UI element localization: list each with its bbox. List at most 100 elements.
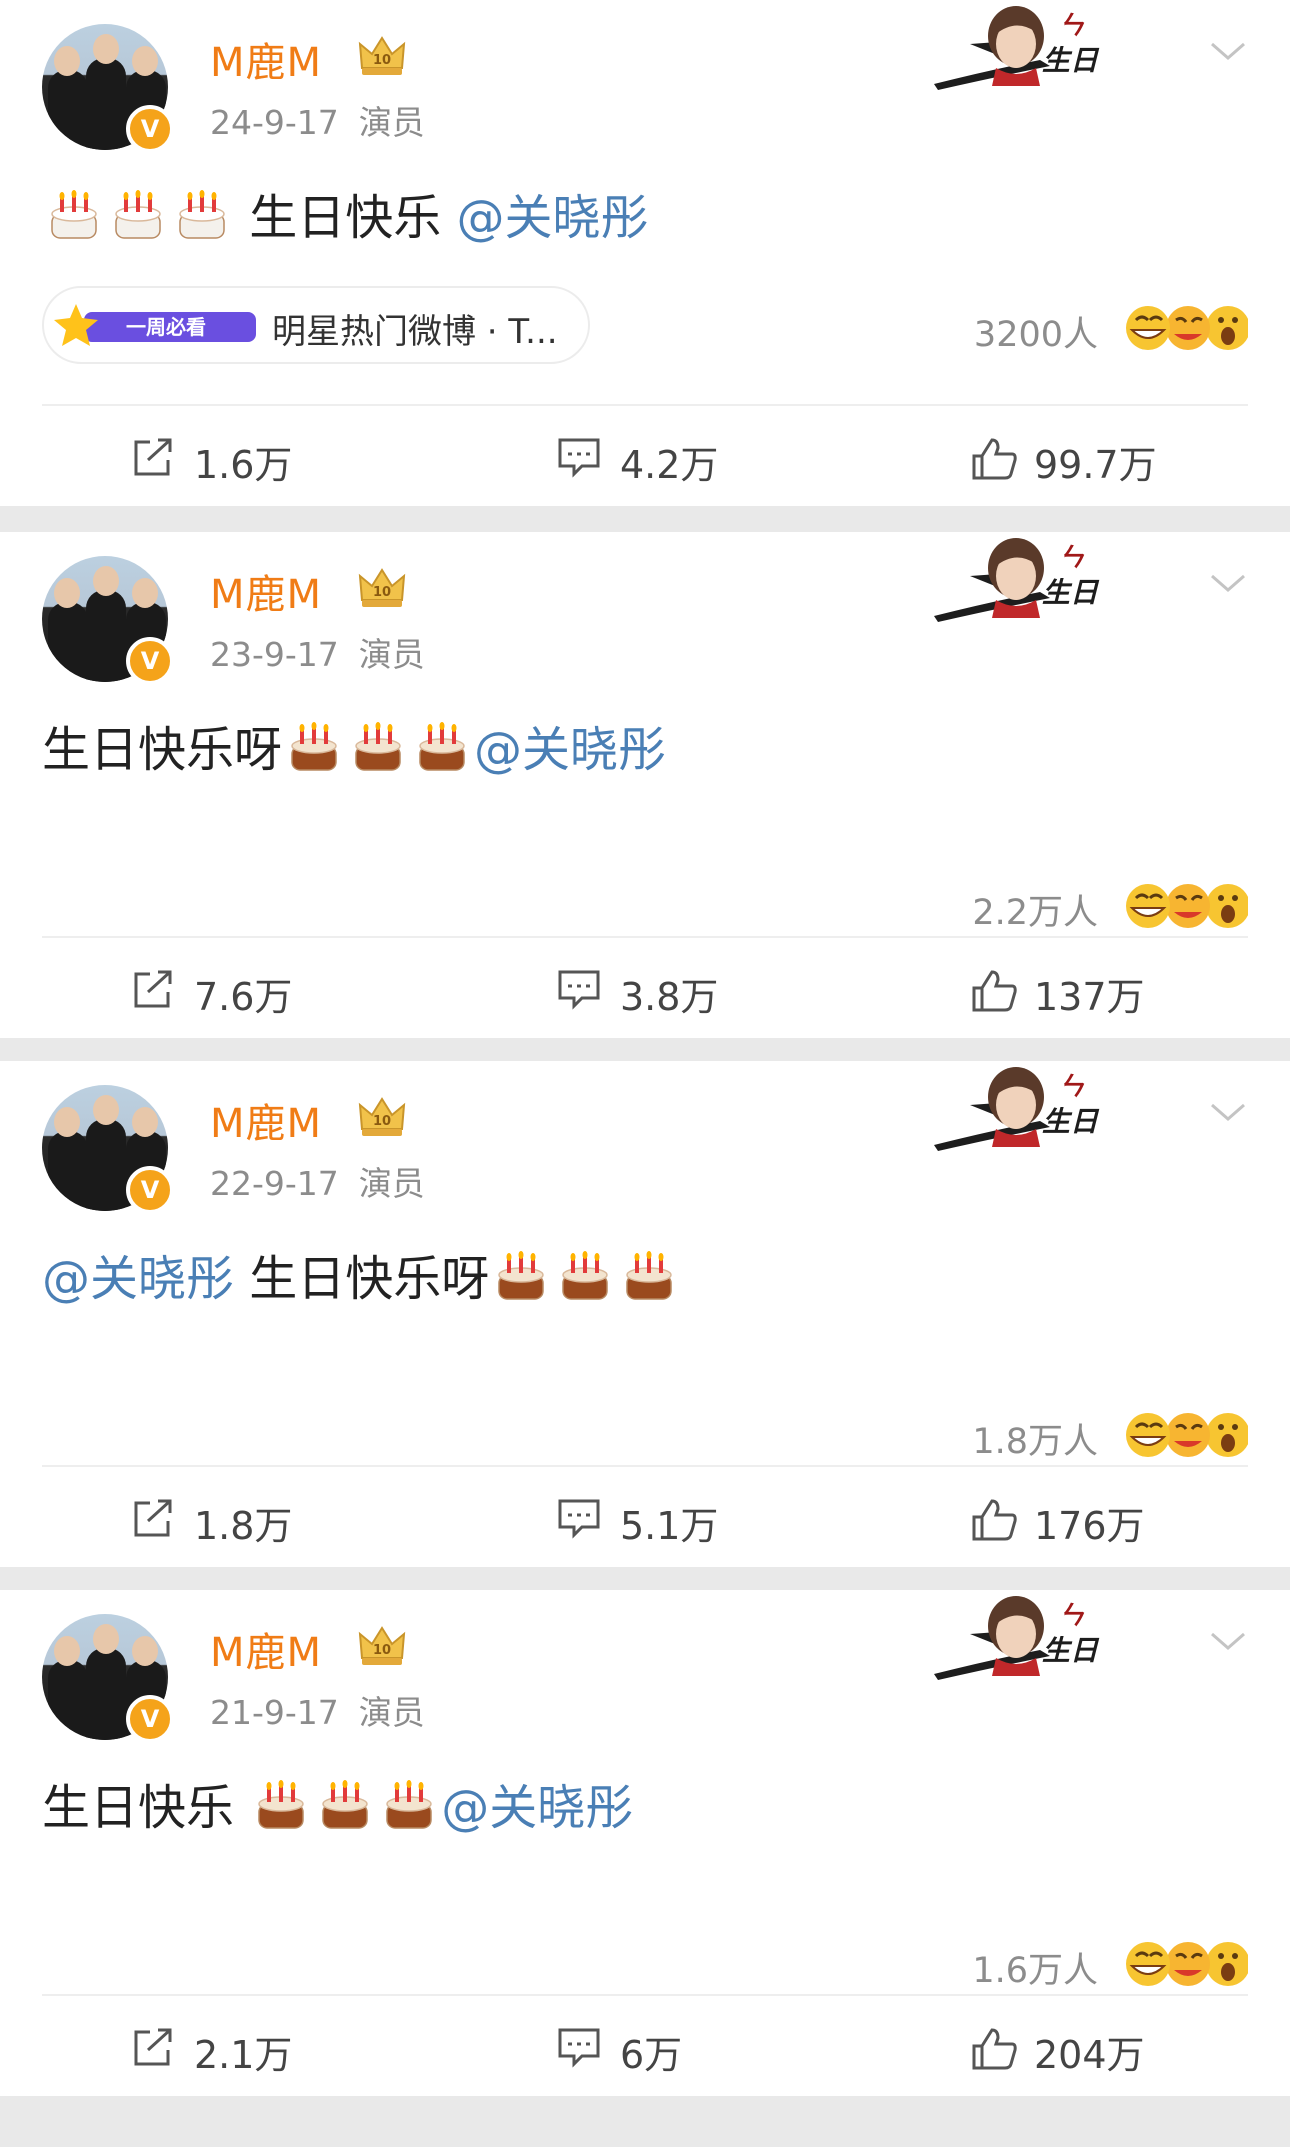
fan-sticker[interactable]: ㄣ 生日 (930, 1590, 1130, 1682)
post-card: V M鹿M 10 21-9-17 演员 ㄣ 生日 生日快乐 @关晓彤 1.6万人 (0, 1590, 1290, 2096)
post-role: 演员 (358, 635, 425, 674)
content-text-after: 生日快乐 (234, 190, 457, 246)
svg-text:生日: 生日 (1042, 1105, 1100, 1138)
like-count: 99.7万 (1034, 443, 1157, 487)
username[interactable]: M鹿M (210, 1091, 322, 1149)
like-count: 137万 (1034, 975, 1145, 1019)
cake-icon (355, 722, 401, 771)
reaction-faces-icon (1126, 884, 1248, 928)
divider (42, 1994, 1248, 1996)
comment-count: 6万 (620, 2033, 683, 2077)
post-date: 24-9-17 (210, 103, 339, 142)
verified-badge-icon: V (126, 637, 174, 685)
verified-badge-icon: V (126, 1166, 174, 1214)
content-text: 生日快乐呀 (234, 1251, 490, 1307)
reaction-faces-icon (1126, 1413, 1248, 1457)
reaction-faces-icon (1126, 1942, 1248, 1986)
repost-icon (134, 970, 172, 1008)
post-content: @关晓彤 生日快乐呀 (42, 1239, 681, 1309)
verified-badge-icon: V (126, 105, 174, 153)
cake-icon (51, 190, 97, 239)
mention-link[interactable]: @关晓彤 (441, 1780, 633, 1836)
post-content: 生日快乐 @关晓彤 (42, 1768, 633, 1838)
like-icon (972, 438, 1017, 480)
post-card: V M鹿M 10 24-9-17 演员 ㄣ 生日 生日快乐 @关晓彤 3200人 (0, 0, 1290, 506)
reaction-count: 3200人 (973, 315, 1098, 355)
username[interactable]: M鹿M (210, 1620, 322, 1678)
post-date: 21-9-17 (210, 1693, 339, 1732)
cake-icon (386, 1780, 433, 1829)
svg-text:生日: 生日 (1042, 1634, 1100, 1667)
svg-text:10: 10 (373, 1114, 391, 1129)
cake-icon (322, 1780, 369, 1829)
divider (42, 404, 1248, 406)
verified-badge-icon: V (126, 1695, 174, 1743)
repost-icon (134, 438, 172, 476)
cake-icon (626, 1251, 673, 1300)
repost-count: 7.6万 (194, 975, 293, 1019)
like-count: 176万 (1034, 1504, 1145, 1548)
svg-text:10: 10 (373, 53, 391, 68)
chevron-down-icon[interactable] (1208, 1626, 1248, 1656)
username[interactable]: M鹿M (210, 562, 322, 620)
comment-icon (558, 438, 600, 478)
cake-icon (498, 1251, 545, 1300)
post-content: 生日快乐 @关晓彤 (42, 178, 649, 248)
repost-icon (134, 2028, 172, 2066)
cake-icon (258, 1780, 305, 1829)
crown-icon: 10 (358, 1097, 406, 1136)
post-meta: 21-9-17 演员 (210, 1686, 425, 1734)
post-meta: 22-9-17 演员 (210, 1157, 425, 1205)
comment-count: 5.1万 (620, 1504, 719, 1548)
crown-icon: 10 (358, 1626, 406, 1665)
cake-icon (115, 190, 161, 239)
weekly-tag-icon: 一周必看 (54, 304, 256, 346)
reaction-faces-icon (1126, 306, 1248, 350)
like-icon (972, 970, 1017, 1012)
reaction-count: 2.2万人 (972, 893, 1098, 933)
svg-text:生日: 生日 (1042, 576, 1100, 609)
fan-sticker[interactable]: ㄣ 生日 (930, 532, 1130, 624)
repost-count: 1.6万 (194, 443, 293, 487)
post-card: V M鹿M 10 22-9-17 演员 ㄣ 生日 @关晓彤 生日快乐呀 1.8万人 (0, 1061, 1290, 1567)
fan-sticker[interactable]: ㄣ 生日 (930, 0, 1130, 92)
cake-icon (419, 722, 465, 771)
chevron-down-icon[interactable] (1208, 568, 1248, 598)
cake-icon (291, 722, 337, 771)
svg-text:10: 10 (373, 585, 391, 600)
comment-count: 3.8万 (620, 975, 719, 1019)
repost-icon (134, 1499, 172, 1537)
username[interactable]: M鹿M (210, 30, 322, 88)
repost-count: 1.8万 (194, 1504, 293, 1548)
topic-pill[interactable]: 一周必看 明星热门微博 · T... (42, 286, 590, 364)
svg-text:ㄣ: ㄣ (1058, 11, 1085, 41)
chevron-down-icon[interactable] (1208, 36, 1248, 66)
post-content: 生日快乐呀 @关晓彤 (42, 710, 666, 780)
comment-count: 4.2万 (620, 443, 719, 487)
svg-text:ㄣ: ㄣ (1058, 1601, 1085, 1631)
mention-link[interactable]: @关晓彤 (457, 190, 649, 246)
weibo-feed: V M鹿M 10 24-9-17 演员 ㄣ 生日 生日快乐 @关晓彤 3200人 (0, 0, 1290, 2147)
post-date: 23-9-17 (210, 635, 339, 674)
comment-icon (558, 2028, 600, 2068)
fan-sticker[interactable]: ㄣ 生日 (930, 1061, 1130, 1153)
topic-tag-label: 一周必看 (126, 315, 206, 339)
svg-text:ㄣ: ㄣ (1058, 543, 1085, 573)
divider (42, 1465, 1248, 1467)
post-role: 演员 (358, 103, 425, 142)
chevron-down-icon[interactable] (1208, 1097, 1248, 1127)
mention-link[interactable]: @关晓彤 (474, 722, 666, 778)
svg-text:ㄣ: ㄣ (1058, 1072, 1085, 1102)
topic-text: 明星热门微博 · T... (272, 312, 558, 352)
cake-icon (179, 190, 225, 239)
crown-icon: 10 (358, 568, 406, 607)
comment-icon (558, 970, 600, 1010)
like-icon (972, 1499, 1017, 1541)
comment-icon (558, 1499, 600, 1539)
post-date: 22-9-17 (210, 1164, 339, 1203)
post-role: 演员 (358, 1164, 425, 1203)
content-text: 生日快乐 (42, 1780, 250, 1836)
reaction-count: 1.8万人 (972, 1422, 1098, 1462)
mention-link[interactable]: @关晓彤 (42, 1251, 234, 1307)
post-meta: 23-9-17 演员 (210, 628, 425, 676)
